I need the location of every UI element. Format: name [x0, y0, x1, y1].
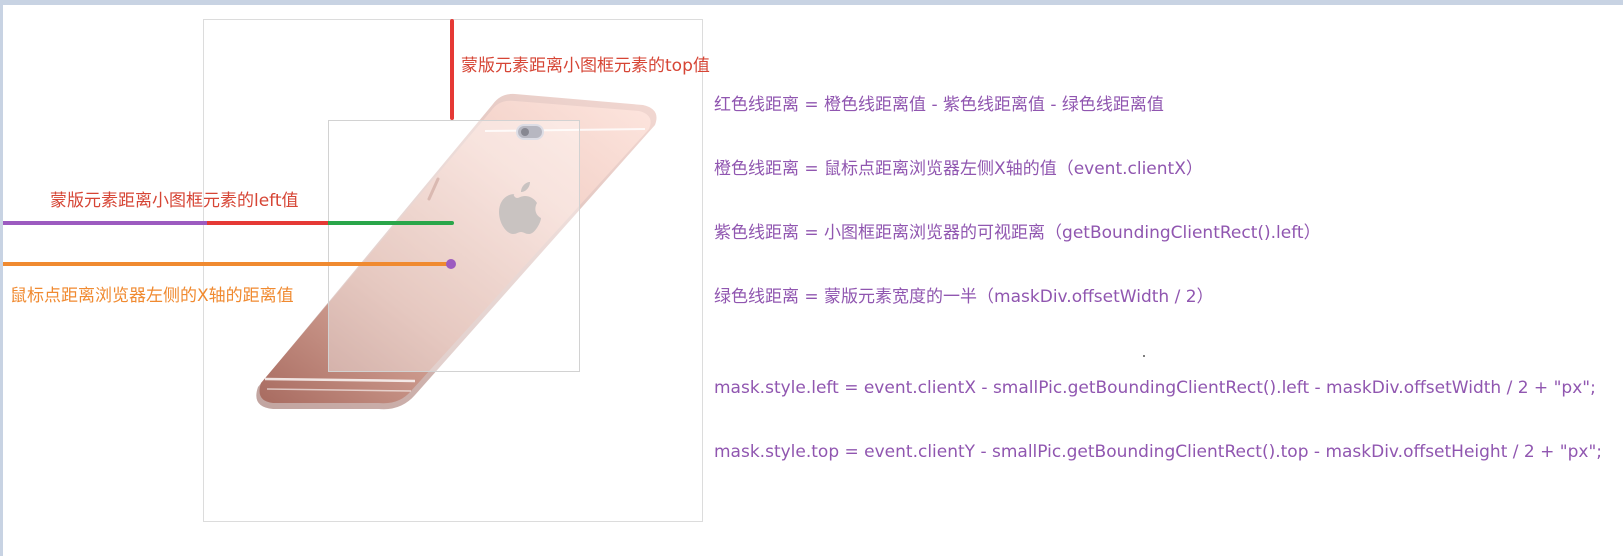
red-left-distance-line: [207, 221, 328, 225]
mask-left-code: mask.style.left = event.clientX - smallP…: [714, 378, 1596, 398]
green-half-mask-line: [328, 221, 454, 225]
green-line-formula: 绿色线距离 = 蒙版元素宽度的一半（maskDiv.offsetWidth / …: [714, 287, 1214, 307]
purple-frame-offset-line: [3, 221, 207, 225]
mask-top-code: mask.style.top = event.clientY - smallPi…: [714, 442, 1602, 462]
stray-dot: [1143, 355, 1145, 357]
orange-line-formula: 橙色线距离 = 鼠标点距离浏览器左侧X轴的值（event.clientX）: [714, 159, 1203, 179]
window-left-border: [0, 0, 3, 556]
window-top-border: [0, 0, 1623, 5]
left-value-label: 蒙版元素距离小图框元素的left值: [50, 191, 299, 211]
red-top-distance-line: [450, 19, 454, 120]
top-value-label: 蒙版元素距离小图框元素的top值: [461, 56, 710, 76]
mouse-x-label: 鼠标点距离浏览器左侧的X轴的距离值: [10, 286, 294, 306]
mask-element[interactable]: [328, 120, 580, 372]
purple-line-formula: 紫色线距离 = 小图框距离浏览器的可视距离（getBoundingClientR…: [714, 223, 1321, 243]
red-line-formula: 红色线距离 = 橙色线距离值 - 紫色线距离值 - 绿色线距离值: [714, 95, 1164, 115]
mouse-point-marker: [446, 259, 456, 269]
orange-mouse-x-line: [3, 262, 450, 266]
